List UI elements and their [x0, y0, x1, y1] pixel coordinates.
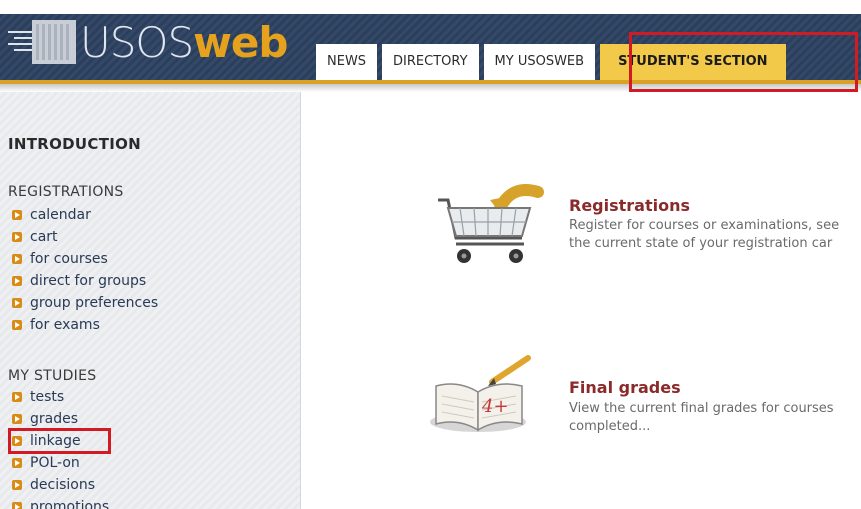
linkage-highlight-box	[8, 428, 111, 454]
sidebar-item-label: for exams	[30, 317, 100, 333]
registrations-title[interactable]: Registrations	[569, 196, 690, 215]
sidebar-item-pol-on[interactable]: POL-on	[12, 452, 109, 474]
sidebar-registrations-list: calendar cart for courses direct for gro…	[12, 204, 158, 336]
logo-graphic-icon	[8, 20, 76, 64]
bullet-icon	[12, 501, 22, 509]
sidebar-heading-my-studies: MY STUDIES	[8, 368, 97, 384]
sidebar-item-for-exams[interactable]: for exams	[12, 314, 158, 336]
tab-directory[interactable]: DIRECTORY	[382, 44, 479, 80]
students-section-highlight-box	[629, 32, 858, 92]
sidebar-item-label: for courses	[30, 251, 108, 267]
sidebar-item-label: decisions	[30, 477, 96, 493]
logo-text-usos: USOS	[80, 18, 194, 67]
final-grades-desc-line2: completed...	[569, 419, 651, 434]
bullet-icon	[12, 297, 22, 309]
sidebar-introduction[interactable]: INTRODUCTION	[8, 135, 141, 153]
shopping-cart-icon	[438, 184, 544, 263]
bullet-icon	[12, 457, 22, 469]
sidebar-item-direct-for-groups[interactable]: direct for groups	[12, 270, 158, 292]
bullet-icon	[12, 413, 22, 425]
logo-text: USOSweb	[80, 18, 288, 68]
sidebar-item-label: POL-on	[30, 455, 80, 471]
bullet-icon	[12, 275, 22, 287]
bullet-icon	[12, 231, 22, 243]
bullet-icon	[12, 209, 22, 221]
tab-my-usosweb[interactable]: MY USOSWEB	[483, 44, 596, 80]
final-grades-desc-line1: View the current final grades for course…	[569, 401, 834, 416]
sidebar-item-label: grades	[30, 411, 79, 427]
final-grades-title[interactable]: Final grades	[569, 378, 681, 397]
registrations-desc-line2: the current state of your registration c…	[569, 236, 833, 251]
sidebar-item-label: calendar	[30, 207, 91, 223]
logo-text-web: web	[193, 18, 288, 67]
registrations-entry[interactable]: Registrations Register for courses or ex…	[430, 178, 861, 278]
bullet-icon	[12, 479, 22, 491]
grade-text: 4+	[481, 396, 509, 417]
bullet-icon	[12, 391, 22, 403]
bullet-icon	[12, 319, 22, 331]
usosweb-logo[interactable]: USOSweb	[8, 14, 288, 68]
sidebar-item-for-courses[interactable]: for courses	[12, 248, 158, 270]
sidebar-item-decisions[interactable]: decisions	[12, 474, 109, 496]
sidebar-item-label: promotions	[30, 499, 110, 509]
sidebar-item-label: tests	[30, 389, 65, 405]
sidebar-item-calendar[interactable]: calendar	[12, 204, 158, 226]
sidebar-item-tests[interactable]: tests	[12, 386, 109, 408]
registrations-desc-line1: Register for courses or examinations, se…	[569, 218, 840, 233]
sidebar-item-grades[interactable]: grades	[12, 408, 109, 430]
sidebar-item-label: group preferences	[30, 295, 159, 311]
sidebar-item-label: direct for groups	[30, 273, 147, 289]
grade-book-icon: 4+	[430, 355, 531, 432]
sidebar-item-label: cart	[30, 229, 58, 245]
sidebar-item-promotions[interactable]: promotions	[12, 496, 109, 509]
usosweb-page: USOSweb NEWS DIRECTORY MY USOSWEB STUDEN…	[0, 0, 861, 509]
sidebar-item-cart[interactable]: cart	[12, 226, 158, 248]
tab-news[interactable]: NEWS	[316, 44, 378, 80]
bullet-icon	[12, 253, 22, 265]
sidebar-item-group-preferences[interactable]: group preferences	[12, 292, 158, 314]
header: USOSweb NEWS DIRECTORY MY USOSWEB STUDEN…	[0, 0, 861, 92]
final-grades-entry[interactable]: 4+ Final grades View the current final g…	[428, 352, 861, 462]
sidebar-heading-registrations: REGISTRATIONS	[8, 184, 124, 200]
